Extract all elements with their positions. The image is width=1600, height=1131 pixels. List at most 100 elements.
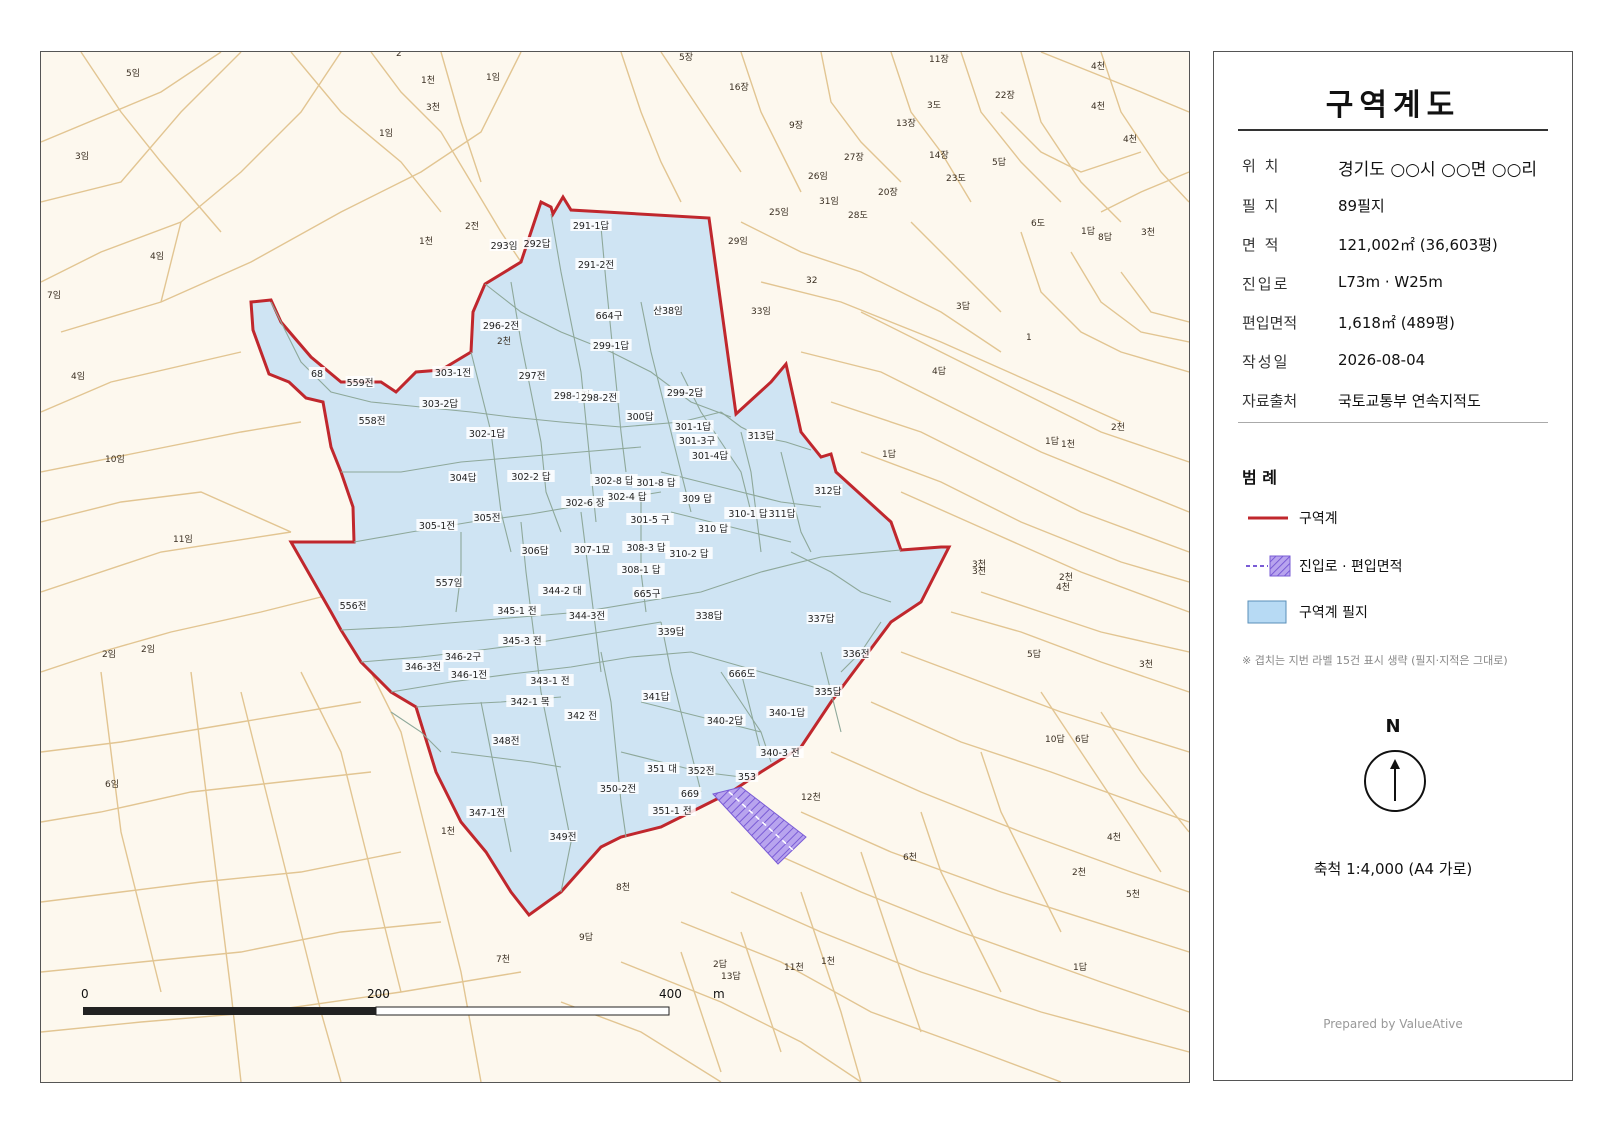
lot-label[interactable]: 313답 [748,430,775,442]
lot-label[interactable]: 669 [681,789,699,800]
lot-label[interactable]: 301-3구 [679,436,716,447]
background-lot-label: 11장 [929,54,949,65]
lot-label[interactable]: 308-1 답 [621,564,661,576]
lot-label[interactable]: 557임 [436,577,463,589]
lot-label[interactable]: 335답 [815,686,842,698]
lot-label[interactable]: 348전 [493,736,520,747]
lot-label[interactable]: 300답 [627,411,654,423]
background-lot-label: 14장 [929,150,949,161]
lot-label[interactable]: 304답 [450,472,477,484]
lot-label[interactable]: 293임 [491,240,518,252]
info-value: 경기도 ○○시 ○○면 ○○리 [1338,160,1538,180]
lot-label[interactable]: 556전 [340,601,367,612]
lot-label[interactable]: 350-2전 [600,784,636,795]
background-lot-label: 1답 [1081,225,1095,237]
lot-label[interactable]: 292답 [524,238,551,250]
lot-label[interactable]: 291-1답 [573,220,610,232]
lot-label[interactable]: 343-1 전 [530,676,569,687]
lot-label[interactable]: 345-1 전 [497,606,536,617]
background-lot-label: 11천 [784,962,804,973]
lot-label[interactable]: 558전 [359,416,386,427]
cadastral-map[interactable]: 5임 2 1천 1임 3천 5장 16장 11장 4천 22장 3임 1임 9장 13장 3도 4천 27장 14… [40,51,1190,1083]
background-lot-label: 4임 [150,250,164,262]
lot-label[interactable]: 305-1전 [419,521,455,532]
background-lot-label: 1 [1026,333,1032,343]
lot-label[interactable]: 312답 [815,485,842,497]
lot-label[interactable]: 353 [738,772,756,783]
lot-label[interactable]: 302-8 답 [594,475,634,487]
lot-label[interactable]: 309 답 [682,493,712,505]
map-canvas[interactable]: 5임21천 1임3천5장16장11장4천22장3임1임9장 13장3도 4천27장 14… [41,52,1189,1082]
lot-label[interactable]: 352전 [688,766,715,777]
lot-label[interactable]: 298-2전 [581,393,617,404]
lot-label[interactable]: 307-1묘 [574,545,611,556]
background-lot-label: 12천 [801,792,821,803]
lot-label[interactable]: 346-3전 [405,662,441,673]
background-lot-label: 23도 [946,174,966,184]
lot-label[interactable]: 342-1 목 [510,697,550,708]
lot-label[interactable]: 351-1 전 [652,806,691,817]
lot-label[interactable]: 666도 [729,669,756,680]
legend-label: 구역계 필지 [1299,605,1368,621]
district-boundary[interactable] [249,194,952,918]
lot-label[interactable]: 338답 [696,610,723,622]
lot-label[interactable]: 311답 [769,508,796,520]
lot-label[interactable]: 664구 [596,311,623,322]
background-lot-label: 33임 [751,305,771,317]
lot-label[interactable]: 308-3 답 [626,542,666,554]
background-lot-label: 1답 [1073,961,1087,973]
background-lot-label: 4천 [1091,61,1105,72]
lot-label[interactable]: 302-6 장 [565,498,605,509]
background-lot-label: 13장 [896,118,916,129]
lot-label[interactable]: 342 전 [567,711,597,722]
lot-label[interactable]: 299-1답 [593,340,630,352]
lot-label[interactable]: 291-2전 [578,260,614,271]
lot-label[interactable]: 339답 [658,626,685,638]
lot-label[interactable]: 340-2답 [707,715,744,727]
lot-label[interactable]: 345-3 전 [502,636,541,647]
lot-label[interactable]: 303-1전 [435,368,471,379]
lot-label[interactable]: 302-2 답 [511,471,551,483]
lot-label[interactable]: 305전 [474,513,501,524]
lot-label[interactable]: 341답 [643,691,670,703]
background-lot-label: 4임 [71,370,85,382]
lot-label[interactable]: 310 답 [698,523,728,535]
background-lot-label: 1천 [1061,439,1075,450]
lot-label[interactable]: 310-1 답 [728,508,768,520]
lot-label[interactable]: 306답 [522,545,549,557]
lot-label[interactable]: 299-2답 [667,387,704,399]
lot-label[interactable]: 346-1전 [451,670,487,681]
lot-label[interactable]: 302-1답 [469,428,506,440]
lot-label[interactable]: 301-8 답 [636,477,676,489]
info-row-access-road: 진입로 L73m · W25m [1242,273,1552,297]
lot-label[interactable]: 337답 [808,613,835,625]
lot-label[interactable]: 340-1답 [769,707,806,719]
lot-label[interactable]: 310-2 답 [669,548,709,560]
lot-label[interactable]: 347-1전 [469,808,505,819]
lot-label[interactable]: 296-2전 [483,321,519,332]
lot-label[interactable]: 344-2 대 [542,586,581,597]
access-road[interactable] [712,786,807,865]
info-key: 편입면적 [1242,314,1298,332]
lot-label[interactable]: 349전 [550,832,577,843]
lot-label[interactable]: 68 [311,369,323,380]
lot-label[interactable]: 297전 [519,371,546,382]
lot-label[interactable]: 340-3 전 [760,748,799,759]
lot-label[interactable]: 303-2답 [422,398,459,410]
lot-label[interactable]: 344-3전 [569,611,605,622]
lot-label[interactable]: 301-1답 [675,421,712,433]
legend-label: 구역계 [1299,511,1338,527]
lot-label[interactable]: 산38임 [653,305,683,317]
lot-label[interactable]: 346-2구 [445,652,482,663]
lot-label[interactable]: 336전 [843,649,870,660]
background-lot-label: 3천 [1139,659,1153,670]
lot-label[interactable]: 665구 [634,589,661,600]
lot-label[interactable]: 301-5 구 [630,515,670,526]
lot-label[interactable]: 351 대 [647,764,677,775]
lot-label[interactable]: 559전 [347,378,374,389]
lot-label[interactable]: 301-4답 [692,450,729,462]
lot-label[interactable]: 302-4 답 [607,491,647,503]
background-lot-label: 27장 [844,152,864,163]
background-lot-label: 1천 [419,236,433,247]
background-lot-label: 11임 [173,533,193,545]
